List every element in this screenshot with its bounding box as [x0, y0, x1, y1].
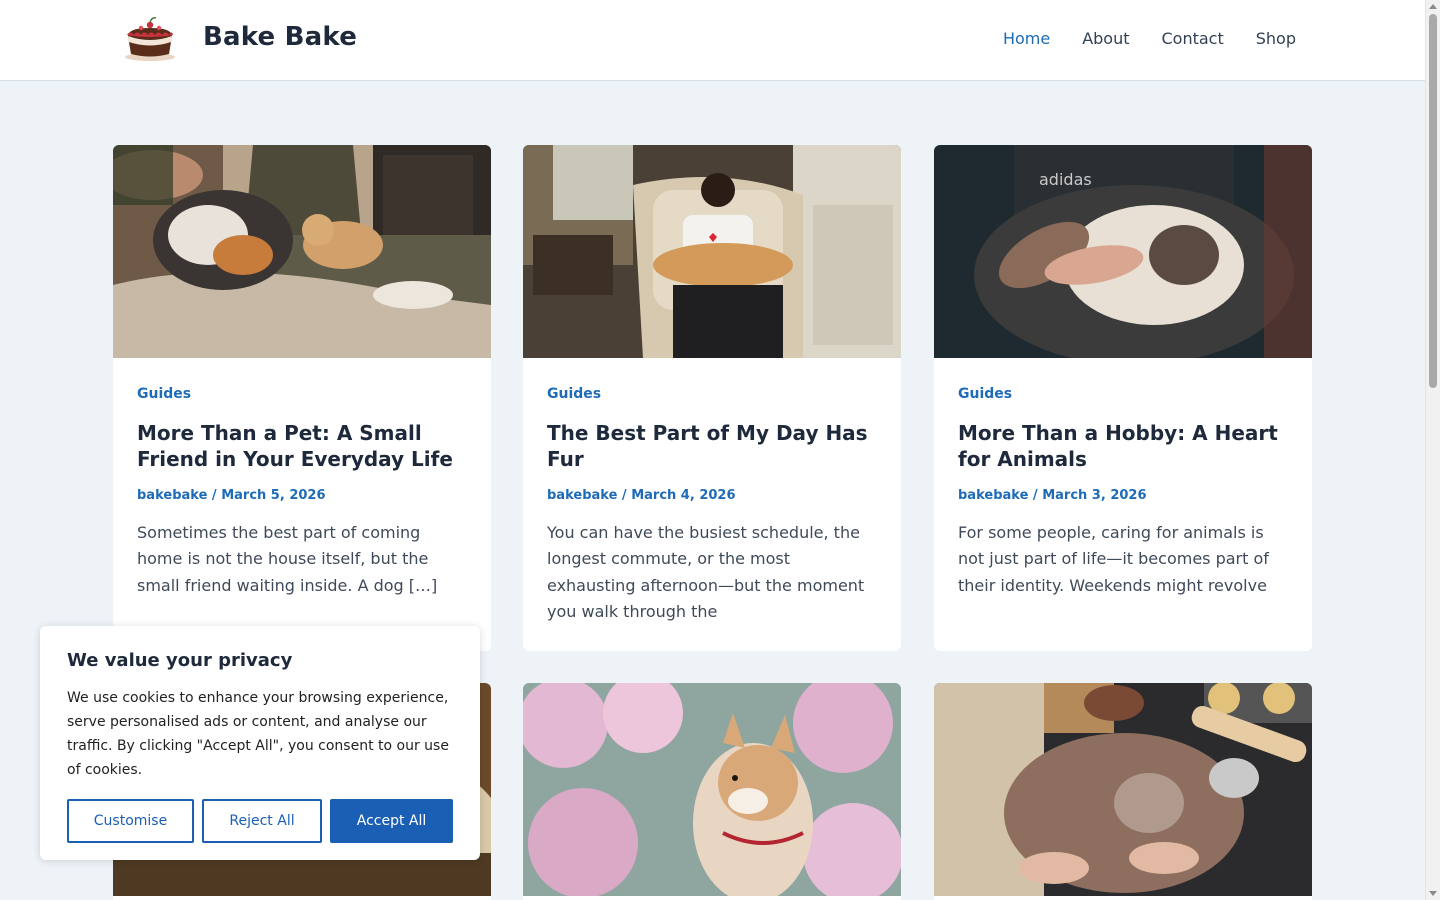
post-card — [523, 683, 901, 900]
post-excerpt: You can have the busiest schedule, the l… — [547, 523, 865, 621]
cookie-text: We use cookies to enhance your browsing … — [67, 690, 449, 778]
accept-all-button[interactable]: Accept All — [330, 799, 453, 843]
scroll-down-arrow-icon[interactable] — [1429, 891, 1437, 896]
main-nav: Home About Contact Shop — [1003, 29, 1296, 48]
post-meta: bakebake / March 5, 2026 — [137, 488, 326, 503]
post-date-link[interactable]: March 4, 2026 — [631, 488, 735, 503]
post-category-link[interactable]: Guides — [958, 386, 1288, 402]
post-title-link[interactable]: More Than a Hobby: A Heart for Animals — [958, 420, 1288, 472]
reject-all-button[interactable]: Reject All — [202, 799, 322, 843]
post-card — [934, 683, 1312, 900]
post-date-link[interactable]: March 3, 2026 — [1042, 488, 1146, 503]
post-thumbnail-cats[interactable] — [113, 145, 491, 358]
scrollbar-thumb[interactable] — [1429, 14, 1437, 388]
post-card: adidas Guides More Than a Hobby: A Heart… — [934, 145, 1312, 651]
post-category-link[interactable]: Guides — [137, 386, 467, 402]
post-title-link[interactable]: More Than a Pet: A Small Friend in Your … — [137, 420, 467, 472]
post-category-link[interactable]: Guides — [547, 386, 877, 402]
cake-logo-icon[interactable] — [122, 16, 178, 62]
cookie-title: We value your privacy — [67, 650, 293, 671]
post-meta: bakebake / March 4, 2026 — [547, 488, 736, 503]
site-header: Bake Bake Home About Contact Shop — [0, 0, 1425, 81]
post-thumbnail-cat-hands[interactable]: adidas — [934, 145, 1312, 358]
post-thumbnail-man-dog[interactable] — [523, 145, 901, 358]
post-meta: bakebake / March 3, 2026 — [958, 488, 1147, 503]
nav-shop[interactable]: Shop — [1256, 29, 1296, 48]
post-thumbnail-baking[interactable] — [934, 683, 1312, 896]
post-excerpt: Sometimes the best part of coming home i… — [137, 523, 438, 595]
scroll-up-arrow-icon[interactable] — [1429, 4, 1437, 9]
post-author-link[interactable]: bakebake — [958, 488, 1028, 503]
cookie-buttons: Customise Reject All Accept All — [67, 799, 453, 843]
nav-home[interactable]: Home — [1003, 29, 1050, 48]
nav-contact[interactable]: Contact — [1162, 29, 1224, 48]
post-title-link[interactable]: The Best Part of My Day Has Fur — [547, 420, 877, 472]
nav-about[interactable]: About — [1082, 29, 1129, 48]
scrollbar[interactable] — [1425, 0, 1440, 900]
post-author-link[interactable]: bakebake — [137, 488, 207, 503]
post-excerpt: For some people, caring for animals is n… — [958, 523, 1269, 595]
post-card: Guides The Best Part of My Day Has Fur b… — [523, 145, 901, 651]
site-title[interactable]: Bake Bake — [203, 22, 357, 52]
cookie-consent-banner: We value your privacy We use cookies to … — [40, 626, 480, 860]
svg-text:adidas: adidas — [1039, 170, 1092, 189]
post-thumbnail-shiba-blossom[interactable] — [523, 683, 901, 896]
post-date-link[interactable]: March 5, 2026 — [221, 488, 325, 503]
post-card: Guides More Than a Pet: A Small Friend i… — [113, 145, 491, 651]
post-author-link[interactable]: bakebake — [547, 488, 617, 503]
customise-button[interactable]: Customise — [67, 799, 194, 843]
